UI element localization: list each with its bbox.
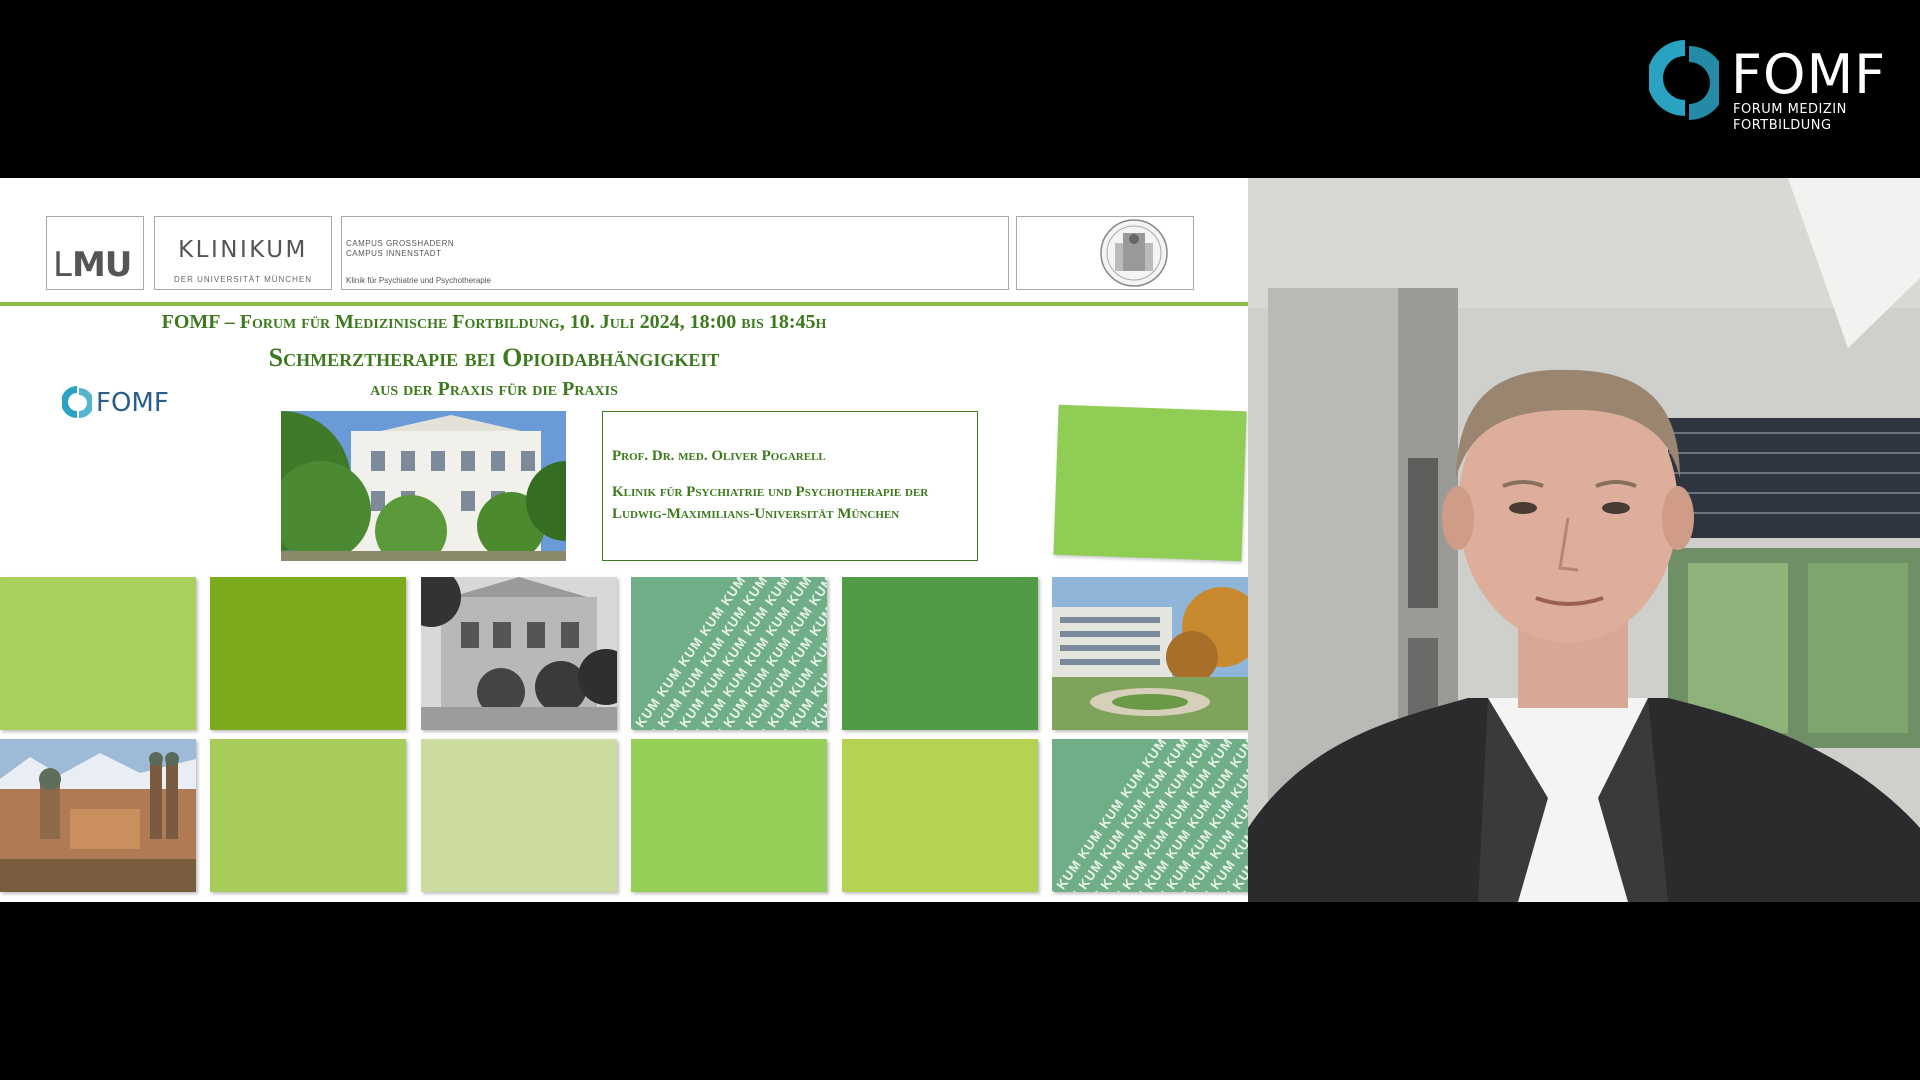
tile-green-light [0, 577, 196, 730]
fomf-wordmark: FOMF [1731, 43, 1887, 106]
speaker-name: Prof. Dr. med. Oliver Pogarell [612, 448, 826, 464]
header-divider [0, 302, 1248, 306]
decorative-green-panel [1053, 404, 1247, 562]
speaker-box: Prof. Dr. med. Oliver Pogarell Klinik fü… [602, 411, 978, 561]
tile-campus-photo [1052, 577, 1248, 730]
fomf-brand-logo: FOMF FORUM MEDIZIN FORTBILDUNG [1645, 34, 1885, 134]
speaker-affiliation-2: Ludwig-Maximilians-Universität München [612, 506, 900, 522]
talk-title: Schmerztherapie bei Opioidabhängigkeit [268, 343, 720, 372]
tile-green-yellow [210, 739, 406, 892]
fomf-mark-icon [1649, 40, 1719, 120]
tile-green-mid [842, 577, 1038, 730]
fomf-subtitle: FORUM MEDIZIN FORTBILDUNG [1733, 102, 1847, 133]
event-line: FOMF – Forum für Medizinische Fortbildun… [161, 311, 827, 333]
slide-fomf-logo: FOMF [62, 384, 172, 420]
tile-green-pale [421, 739, 617, 892]
klinikum-logo: KLINIKUM DER UNIVERSITÄT MÜNCHEN [154, 216, 332, 290]
tile-green-dark [210, 577, 406, 730]
seal-icon [1100, 219, 1168, 287]
speaker-affiliation-1: Klinik für Psychiatrie und Psychotherapi… [612, 484, 929, 500]
tile-green-lime [842, 739, 1038, 892]
tile-kum-pattern: KUM KUM KUM KUM KUM KUM KUM KUM KUM KUMK… [631, 577, 827, 730]
university-seal [1016, 216, 1194, 290]
clinic-building-photo [281, 411, 566, 561]
tile-historic-photo [421, 577, 617, 730]
presentation-slide: LMU KLINIKUM DER UNIVERSITÄT MÜNCHEN CAM… [0, 178, 1248, 902]
lmu-logo: LMU [46, 216, 144, 290]
campus-box: CAMPUS GROSSHADERN CAMPUS INNENSTADT Kli… [341, 216, 1009, 290]
fomf-mark-icon [62, 386, 92, 418]
speaker-webcam [1248, 178, 1920, 902]
tile-munich-photo [0, 739, 196, 892]
tile-kum-pattern: KUM KUM KUM KUM KUM KUM KUM KUM KUM KUMK… [1052, 739, 1248, 892]
tile-green-bright [631, 739, 827, 892]
